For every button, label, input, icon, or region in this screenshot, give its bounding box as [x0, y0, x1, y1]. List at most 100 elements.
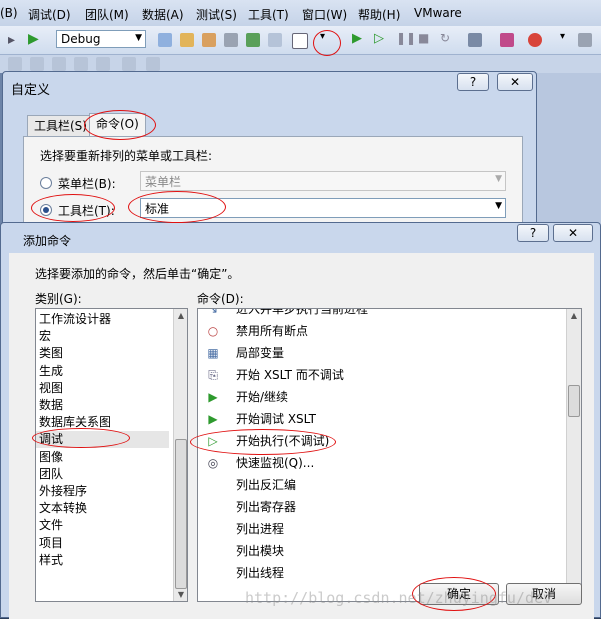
- start-debug-icon[interactable]: ▶: [352, 31, 362, 46]
- command-item[interactable]: 列出模块: [198, 540, 568, 562]
- pause-icon[interactable]: ❚❚: [396, 31, 416, 45]
- command-item[interactable]: ▶ 开始/继续: [198, 386, 568, 408]
- start-continue-icon: ▶: [208, 390, 218, 404]
- breakpoint-toggle-icon[interactable]: [500, 33, 514, 47]
- scroll-thumb[interactable]: [175, 439, 187, 589]
- toolbar-icon[interactable]: [74, 57, 88, 71]
- category-item[interactable]: 宏: [39, 328, 169, 345]
- object-browser-icon[interactable]: [202, 33, 216, 47]
- command-label: 命令(D):: [197, 292, 244, 306]
- menubar-combo: 菜单栏 ▼: [140, 171, 506, 191]
- command-item[interactable]: ▷ 开始执行(不调试): [198, 430, 568, 452]
- xslt-debug-icon: ▶: [208, 412, 218, 426]
- chevron-down-icon: ▼: [135, 33, 142, 43]
- add-remove-buttons-icon[interactable]: ▾: [320, 31, 325, 42]
- scroll-down-icon[interactable]: ▼: [174, 590, 187, 599]
- menu-vmware[interactable]: VMware: [414, 6, 462, 20]
- show-next-statement-icon[interactable]: [468, 33, 482, 47]
- menu-data[interactable]: 数据(A): [142, 6, 184, 23]
- scroll-up-icon[interactable]: ▲: [174, 311, 187, 320]
- command-item-label: 开始 XSLT 而不调试: [236, 368, 344, 382]
- category-item[interactable]: 视图: [39, 380, 169, 397]
- menubar-radio[interactable]: [40, 177, 52, 189]
- command-item[interactable]: 列出进程: [198, 518, 568, 540]
- toolbar-combo[interactable]: 标准 ▼: [140, 198, 506, 218]
- command-item[interactable]: ▦ 局部变量: [198, 342, 568, 364]
- menu-window[interactable]: 窗口(W): [302, 6, 347, 23]
- category-item[interactable]: 项目: [39, 535, 169, 552]
- stop-icon[interactable]: ■: [418, 31, 429, 45]
- category-item[interactable]: 样式: [39, 552, 169, 569]
- tab-toolbars[interactable]: 工具栏(S): [27, 115, 94, 137]
- category-item[interactable]: 图像: [39, 449, 169, 466]
- breakpoints-icon[interactable]: [528, 33, 542, 47]
- command-scrollbar[interactable]: ▲ ▼: [566, 309, 581, 601]
- tab-commands[interactable]: 命令(O): [89, 113, 146, 137]
- toolbar-icon[interactable]: [96, 57, 110, 71]
- command-item[interactable]: 列出线程: [198, 562, 568, 584]
- menu-item-partial[interactable]: (B): [0, 6, 18, 20]
- command-item-label: 列出模块: [236, 544, 285, 558]
- add-command-instruction: 选择要添加的命令，然后单击“确定”。: [35, 267, 240, 281]
- command-item-label: 开始/继续: [236, 390, 289, 404]
- category-item[interactable]: 工作流设计器: [39, 311, 169, 328]
- start-page-icon[interactable]: [246, 33, 260, 47]
- command-item[interactable]: ↘ 进入并单步执行当前进程: [198, 309, 568, 320]
- command-item-label: 列出线程: [236, 566, 285, 580]
- command-item[interactable]: 列出反汇编: [198, 474, 568, 496]
- solution-config-combo[interactable]: Debug ▼: [56, 30, 146, 48]
- help-button[interactable]: ?: [517, 224, 549, 242]
- command-item[interactable]: ○ 禁用所有断点: [198, 320, 568, 342]
- toolbar-icon[interactable]: [146, 57, 160, 71]
- start-no-debug-icon[interactable]: ▷: [374, 31, 384, 46]
- xslt-no-debug-icon: ⎘: [208, 368, 218, 382]
- overflow-chevron-icon[interactable]: ▾: [560, 31, 565, 42]
- command-item[interactable]: ⎘ 开始 XSLT 而不调试: [198, 364, 568, 386]
- menu-test[interactable]: 测试(S): [196, 6, 237, 23]
- category-item[interactable]: 文件: [39, 517, 169, 534]
- category-item[interactable]: 调试: [36, 431, 169, 449]
- category-item[interactable]: 数据: [39, 397, 169, 414]
- menu-team[interactable]: 团队(M): [85, 6, 129, 23]
- start-icon[interactable]: ▶: [28, 31, 39, 47]
- category-scrollbar[interactable]: ▲ ▼: [173, 309, 187, 601]
- category-item[interactable]: 团队: [39, 466, 169, 483]
- category-item[interactable]: 文本转换: [39, 500, 169, 517]
- category-item[interactable]: 生成: [39, 363, 169, 380]
- dropdown-arrow-icon[interactable]: ▸: [8, 32, 15, 48]
- category-item[interactable]: 类图: [39, 345, 169, 362]
- close-button[interactable]: ✕: [497, 73, 533, 91]
- scroll-thumb[interactable]: [568, 385, 580, 417]
- menu-debug[interactable]: 调试(D): [28, 6, 71, 23]
- toolbar-icon[interactable]: [30, 57, 44, 71]
- find-icon[interactable]: [158, 33, 172, 47]
- disable-breakpoints-icon: ○: [207, 324, 219, 338]
- menubar-radio-label: 菜单栏(B):: [58, 177, 116, 191]
- command-item-label: 快速监视(Q)...: [236, 456, 315, 470]
- standard-toolbar: ▸ ▶ Debug ▼ ▾ ▶ ▷ ❚❚ ■ ↻ ▾: [0, 26, 601, 55]
- restart-icon[interactable]: ↻: [440, 31, 450, 45]
- toolbar-icon[interactable]: [8, 57, 22, 71]
- toolbar-icon[interactable]: [122, 57, 136, 71]
- command-item[interactable]: 列出寄存器: [198, 496, 568, 518]
- help-button[interactable]: ?: [457, 73, 489, 91]
- command-item-label: 禁用所有断点: [236, 324, 309, 338]
- command-list[interactable]: ↘ 进入并单步执行当前进程 ○ 禁用所有断点 ▦ 局部变量 ⎘ 开始 XSLT 而不调试 ▶ 开始…: [197, 308, 582, 602]
- scroll-up-icon[interactable]: ▲: [567, 311, 581, 320]
- category-item[interactable]: 数据库关系图: [39, 414, 169, 431]
- menu-tools[interactable]: 工具(T): [248, 6, 289, 23]
- command-item[interactable]: ▶ 开始调试 XSLT: [198, 408, 568, 430]
- add-command-body: 选择要添加的命令，然后单击“确定”。 类别(G): 命令(D): 工作流设计器宏…: [9, 253, 594, 619]
- menu-help[interactable]: 帮助(H): [358, 6, 400, 23]
- close-button[interactable]: ✕: [553, 224, 593, 242]
- command-window-icon[interactable]: [292, 33, 308, 49]
- command-item[interactable]: ◎ 快速监视(Q)...: [198, 452, 568, 474]
- toolbox-icon[interactable]: [224, 33, 238, 47]
- toolbar-icon[interactable]: [578, 33, 592, 47]
- extension-manager-icon[interactable]: [268, 33, 282, 47]
- toolbar-icon[interactable]: [52, 57, 66, 71]
- category-list[interactable]: 工作流设计器宏类图 生成 视图 数据 数据库关系图 调试 图像 团队 外接程序 文本转换 文件 项目样…: [35, 308, 188, 602]
- category-item[interactable]: 外接程序: [39, 483, 169, 500]
- toolbar-radio[interactable]: [40, 204, 52, 216]
- properties-icon[interactable]: [180, 33, 194, 47]
